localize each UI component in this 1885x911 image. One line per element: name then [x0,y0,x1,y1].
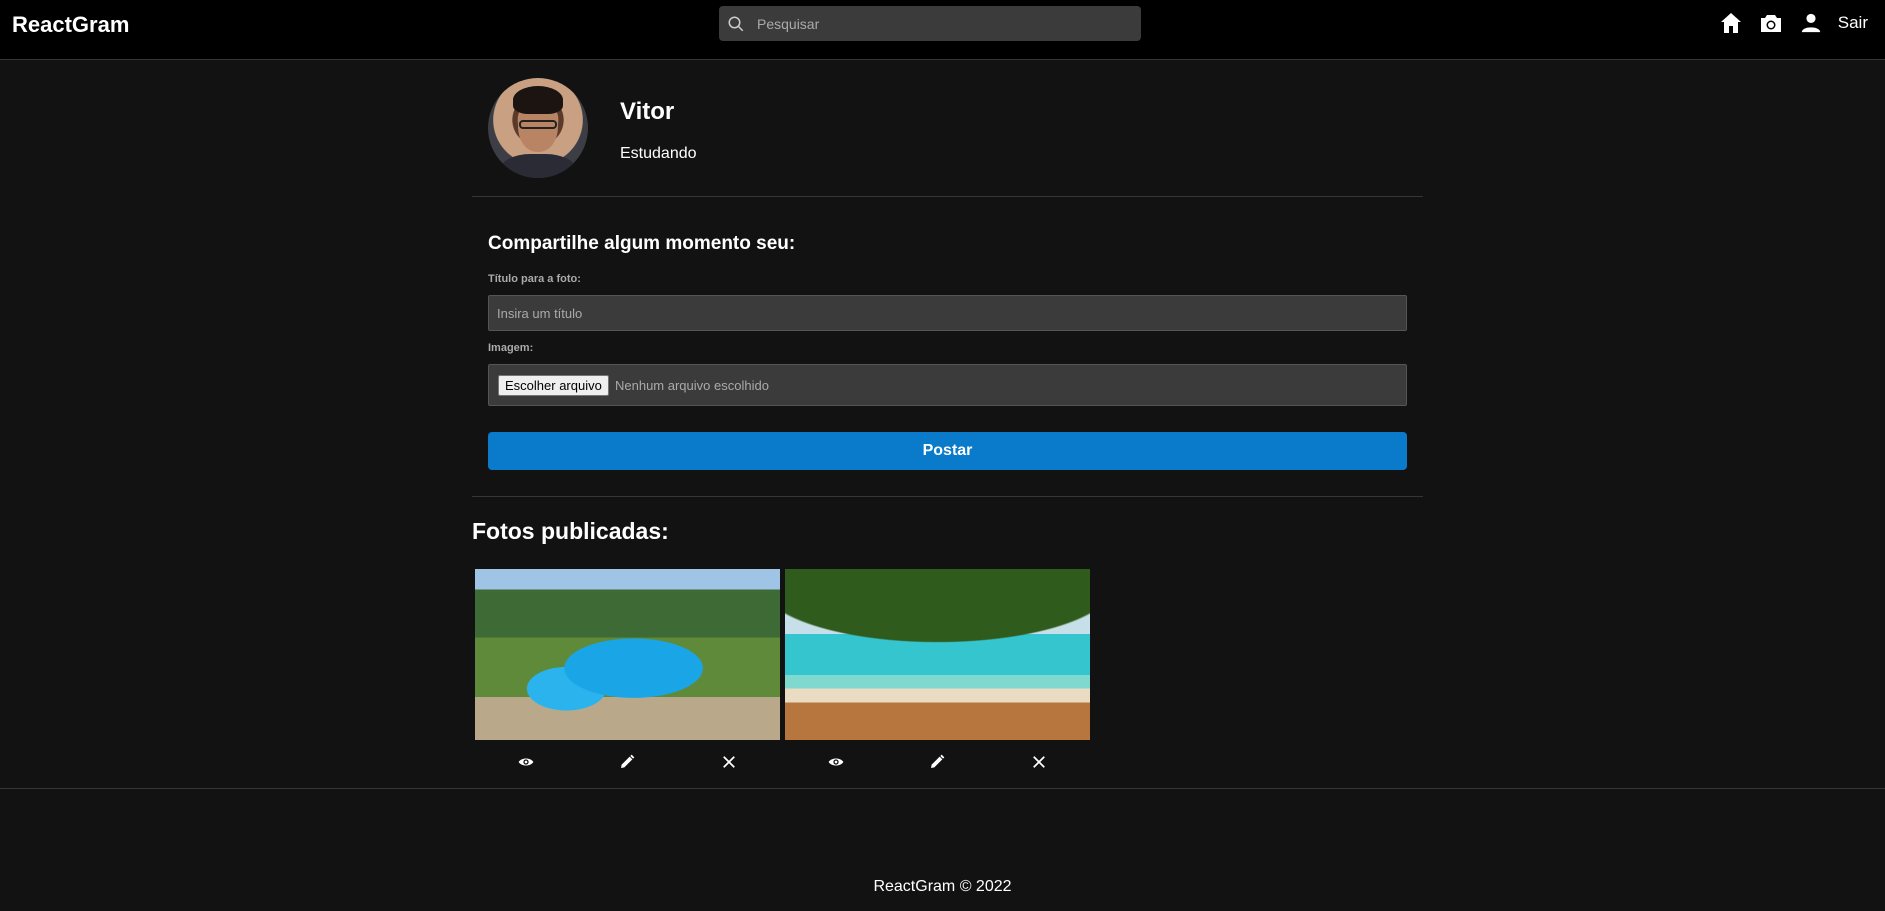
photo-image[interactable] [475,569,780,740]
image-file-input[interactable]: Escolher arquivo Nenhum arquivo escolhid… [488,364,1407,406]
new-photo-form: Compartilhe algum momento seu: Título pa… [472,197,1423,497]
user-icon[interactable] [1798,10,1824,36]
gallery-heading: Fotos publicadas: [472,518,669,544]
pencil-icon[interactable] [617,752,637,772]
title-label: Título para a foto: [488,273,581,285]
brand-logo[interactable]: ReactGram [12,12,129,38]
search-icon [728,16,744,32]
profile-name: Vitor [620,98,675,125]
home-icon[interactable] [1718,10,1744,36]
eye-icon[interactable] [826,752,846,772]
close-icon[interactable] [1029,752,1049,772]
close-icon[interactable] [719,752,739,772]
photo-actions [475,740,780,784]
profile-bio: Estudando [620,145,697,162]
profile-header: Vitor Estudando [472,60,1423,197]
photo-card [475,569,780,784]
new-photo-heading: Compartilhe algum momento seu: [488,233,796,254]
pencil-icon[interactable] [927,752,947,772]
search-bar [719,6,1141,41]
camera-icon[interactable] [1758,10,1784,36]
nav-links: Sair [1704,10,1868,36]
eye-icon[interactable] [516,752,536,772]
post-button[interactable]: Postar [488,432,1407,470]
navbar: ReactGram Sair [0,0,1885,60]
photo-card [785,569,1090,784]
search-input[interactable] [757,6,1132,41]
title-input[interactable] [488,295,1407,331]
footer-copyright: ReactGram © 2022 [873,878,1012,895]
photo-image[interactable] [785,569,1090,740]
logout-link[interactable]: Sair [1838,13,1868,33]
footer: ReactGram © 2022 [0,788,1885,911]
file-status-text: Nenhum arquivo escolhido [615,378,769,393]
photo-actions [785,740,1090,784]
image-label: Imagem: [488,342,534,354]
choose-file-button[interactable]: Escolher arquivo [498,375,609,396]
avatar [488,78,588,178]
